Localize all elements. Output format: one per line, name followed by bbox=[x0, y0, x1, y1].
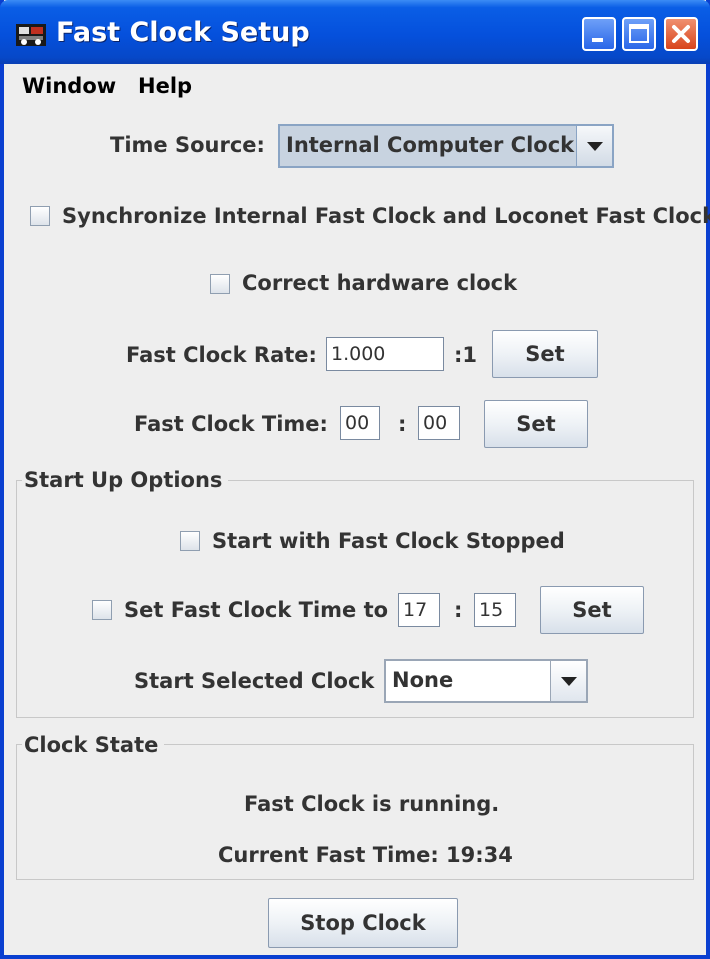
current-fast-time-value: 19:34 bbox=[446, 843, 513, 867]
set-rate-button[interactable]: Set bbox=[492, 330, 598, 378]
current-fast-time-label: Current Fast Time: bbox=[218, 843, 439, 867]
fast-clock-minutes-input[interactable] bbox=[418, 406, 460, 440]
startup-time-separator: : bbox=[454, 598, 463, 622]
minimize-icon bbox=[592, 38, 603, 42]
correct-hardware-checkbox[interactable] bbox=[210, 274, 230, 294]
menu-help[interactable]: Help bbox=[138, 74, 192, 98]
app-icon bbox=[16, 24, 46, 46]
time-source-dropdown[interactable]: Internal Computer Clock bbox=[278, 124, 614, 168]
set-time-checkbox[interactable] bbox=[92, 600, 112, 620]
sync-checkbox[interactable] bbox=[30, 206, 50, 226]
fast-clock-rate-label: Fast Clock Rate: bbox=[126, 343, 317, 367]
time-source-value: Internal Computer Clock bbox=[286, 133, 575, 157]
set-time-button[interactable]: Set bbox=[484, 400, 588, 448]
rate-suffix: :1 bbox=[454, 343, 478, 367]
startup-set-button[interactable]: Set bbox=[540, 586, 644, 634]
menu-bar: Window Help bbox=[4, 64, 706, 106]
set-time-to-label: Set Fast Clock Time to bbox=[124, 598, 389, 622]
close-icon bbox=[672, 25, 690, 43]
chevron-down-icon bbox=[561, 677, 577, 686]
time-source-label: Time Source: bbox=[110, 133, 265, 157]
correct-hardware-label: Correct hardware clock bbox=[242, 271, 518, 295]
stop-clock-button[interactable]: Stop Clock bbox=[268, 898, 458, 948]
time-separator: : bbox=[398, 412, 407, 436]
start-selected-clock-dropdown[interactable]: None bbox=[384, 659, 588, 703]
fast-clock-hours-input[interactable] bbox=[340, 406, 380, 440]
sync-label: Synchronize Internal Fast Clock and Loco… bbox=[62, 204, 710, 228]
selected-clock-arrow-button[interactable] bbox=[550, 661, 586, 701]
chevron-down-icon bbox=[587, 142, 603, 151]
fast-clock-setup-window: Fast Clock Setup Window Help Time Source… bbox=[0, 0, 710, 959]
clock-status-text: Fast Clock is running. bbox=[244, 792, 500, 816]
startup-options-title: Start Up Options bbox=[22, 468, 229, 492]
clock-state-title: Clock State bbox=[22, 733, 165, 757]
selected-clock-value: None bbox=[392, 668, 454, 692]
start-stopped-label: Start with Fast Clock Stopped bbox=[212, 529, 565, 553]
fast-clock-rate-input[interactable] bbox=[326, 337, 444, 371]
startup-hours-input[interactable] bbox=[398, 593, 440, 627]
title-bar[interactable]: Fast Clock Setup bbox=[0, 0, 710, 64]
start-selected-clock-label: Start Selected Clock bbox=[134, 669, 375, 693]
window-title: Fast Clock Setup bbox=[56, 17, 310, 48]
minimize-button[interactable] bbox=[582, 17, 616, 51]
startup-minutes-input[interactable] bbox=[474, 593, 516, 627]
fast-clock-time-label: Fast Clock Time: bbox=[134, 412, 328, 436]
start-stopped-checkbox[interactable] bbox=[180, 531, 200, 551]
maximize-button[interactable] bbox=[622, 17, 656, 51]
menu-window[interactable]: Window bbox=[22, 74, 116, 98]
close-button[interactable] bbox=[664, 17, 698, 51]
maximize-icon bbox=[629, 24, 649, 43]
dropdown-arrow-button[interactable] bbox=[576, 126, 612, 166]
